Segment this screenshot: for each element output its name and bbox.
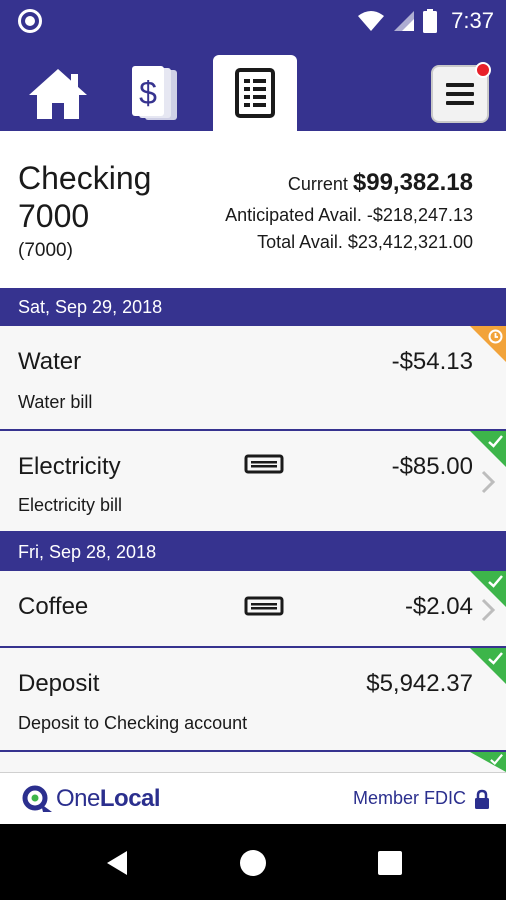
check-icon (490, 754, 503, 765)
register-icon (235, 68, 275, 118)
footer: OneLocal Member FDIC (0, 772, 506, 824)
card-icon (244, 454, 284, 474)
menu-icon (446, 82, 474, 105)
fdic-text: Member FDIC (352, 788, 466, 808)
date-header: Sat, Sep 29, 2018 (0, 288, 506, 326)
top-nav: $ (0, 42, 506, 131)
money-icon: $ (132, 65, 177, 120)
transaction-amount: -$54.13 (391, 348, 473, 375)
clock-icon (488, 329, 503, 344)
account-number: (7000) (18, 240, 73, 261)
signal-icon (394, 11, 415, 31)
home-button[interactable] (238, 848, 268, 878)
logo-text: OneLocal (56, 785, 161, 813)
transaction-description: Electricity bill (18, 495, 123, 515)
check-icon (488, 435, 503, 448)
transaction-row[interactable]: Electricity Electricity bill -$85.00 (0, 431, 506, 533)
transaction-description: Deposit to Checking account (18, 713, 248, 733)
status-time: 7:37 (451, 8, 494, 33)
transaction-title: Water (18, 348, 82, 375)
home-circle-icon (240, 850, 266, 876)
tab-register[interactable] (213, 55, 297, 131)
account-name-line2: 7000 (18, 198, 90, 234)
tab-money[interactable]: $ (120, 56, 192, 131)
battery-icon (423, 9, 438, 33)
account-name-line1: Checking (18, 160, 152, 196)
date-header: Fri, Sep 28, 2018 (0, 533, 506, 571)
current-balance-label: Current (287, 174, 348, 194)
logo-mark-icon (22, 785, 52, 812)
card-icon (244, 596, 284, 616)
menu-box (431, 61, 491, 123)
status-bar: 7:37 (0, 0, 506, 42)
transaction-row[interactable]: Water Water bill -$54.13 (0, 326, 506, 431)
notification-dot-icon (18, 9, 42, 33)
transaction-amount: -$85.00 (391, 453, 473, 480)
notification-badge (475, 61, 491, 78)
onelocal-logo: OneLocal (22, 785, 161, 813)
current-balance-value: $99,382.18 (352, 169, 473, 196)
lock-icon (475, 789, 489, 809)
member-fdic: Member FDIC (353, 788, 490, 809)
logo-text-part2: Local (99, 785, 161, 812)
recents-button[interactable] (375, 848, 405, 878)
anticipated-balance: Anticipated Avail. -$218,247.13 (225, 205, 473, 225)
transaction-description: Water bill (18, 392, 93, 412)
transaction-amount: $5,942.37 (366, 670, 473, 697)
account-name: Checking 7000 (18, 159, 151, 235)
account-summary: Checking 7000 (7000) Current $99,382.18 … (0, 131, 506, 288)
chevron-right-icon[interactable] (480, 469, 496, 495)
transaction-row[interactable]: Deposit Deposit to Checking account $5,9… (0, 648, 506, 752)
status-icons: 7:37 (357, 6, 494, 36)
back-icon (107, 851, 127, 875)
logo-text-part1: One (56, 785, 100, 812)
check-icon (488, 652, 503, 665)
system-nav-bar (0, 824, 506, 900)
transaction-title: Deposit (18, 670, 100, 697)
svg-text:$: $ (139, 75, 157, 111)
transaction-title: Coffee (18, 593, 89, 620)
wifi-icon (358, 11, 385, 31)
transaction-title: Electricity (18, 453, 121, 480)
transaction-amount: -$2.04 (404, 593, 473, 620)
transaction-row[interactable]: Coffee -$2.04 (0, 571, 506, 648)
back-button[interactable] (102, 848, 132, 878)
tab-home[interactable] (18, 56, 98, 131)
total-available-balance: Total Avail. $23,412,321.00 (257, 232, 473, 252)
check-icon (488, 575, 503, 588)
current-balance: Current $99,382.18 (288, 169, 473, 197)
recents-icon (378, 851, 402, 875)
transaction-row[interactable] (0, 752, 506, 772)
home-icon (29, 68, 87, 119)
menu-button[interactable] (428, 56, 492, 131)
